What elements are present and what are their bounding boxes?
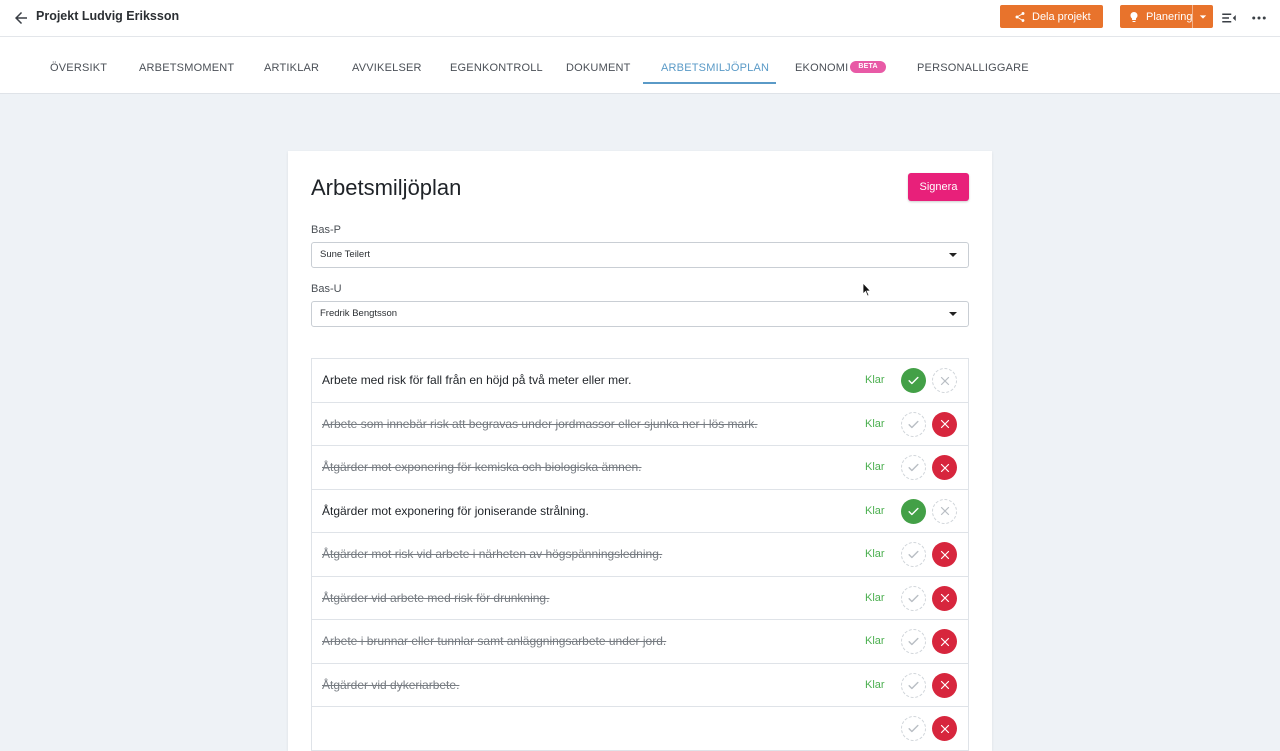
close-icon [939, 462, 951, 474]
risk-item-text: Arbete i brunnar eller tunnlar samt anlä… [322, 634, 667, 648]
active-tab-indicator [643, 82, 776, 84]
check-icon [907, 548, 920, 561]
tab-ekonomi[interactable]: EKONOMI BETA [795, 37, 886, 85]
risk-item-text: Arbete som innebär risk att begravas und… [322, 416, 758, 431]
page-title: Arbetsmiljöplan [311, 175, 462, 200]
check-icon [907, 505, 920, 518]
check-button[interactable] [901, 585, 926, 611]
list-item [312, 707, 968, 751]
risk-item-text: Åtgärder mot risk vid arbete i närheten … [322, 547, 663, 561]
close-icon [939, 505, 951, 517]
list-item: Åtgärder mot exponering för kemiska och … [312, 446, 968, 490]
status-label: Klar [865, 374, 885, 386]
tab-personalliggare[interactable]: PERSONALLIGGARE [917, 37, 1029, 85]
caret-down-icon [949, 312, 957, 316]
reject-button[interactable] [932, 629, 957, 654]
tab-arbetsmiljoplan[interactable]: ARBETSMILJÖPLAN [661, 37, 769, 85]
status-label: Klar [865, 504, 885, 517]
check-button[interactable] [901, 629, 926, 654]
status-label: Klar [865, 591, 885, 604]
tab-artiklar[interactable]: ARTIKLAR [264, 37, 319, 85]
planning-dropdown-toggle[interactable] [1192, 5, 1213, 28]
list-item: Åtgärder mot exponering för joniserande … [312, 490, 968, 533]
list-item: Åtgärder vid dykeriarbete. Klar [312, 664, 968, 707]
risk-item-text: Åtgärder mot exponering för kemiska och … [322, 460, 642, 474]
share-project-label: Dela projekt [1032, 10, 1091, 23]
close-icon [939, 549, 951, 561]
risk-item-text: Åtgärder mot exponering för joniserande … [322, 503, 589, 518]
close-icon [939, 418, 951, 430]
reject-button[interactable] [932, 368, 957, 393]
caret-down-icon [1199, 14, 1207, 19]
tab-dokument[interactable]: DOKUMENT [566, 37, 631, 85]
beta-badge: BETA [850, 61, 886, 74]
planning-button[interactable]: Planering [1120, 5, 1213, 28]
check-icon [907, 592, 920, 605]
share-icon [1015, 11, 1025, 22]
status-label: Klar [865, 548, 885, 560]
list-item: Åtgärder vid arbete med risk för drunkni… [312, 577, 968, 620]
tab-arbetsmoment[interactable]: ARBETSMOMENT [139, 37, 234, 85]
tab-ekonomi-label: EKONOMI [795, 62, 849, 74]
close-icon [939, 375, 951, 387]
list-collapse-icon[interactable] [1220, 9, 1238, 27]
reject-button[interactable] [932, 455, 957, 480]
basu-value: Fredrik Bengtsson [320, 308, 398, 319]
close-icon [939, 723, 951, 735]
list-item: Arbete med risk för fall från en höjd på… [312, 359, 968, 403]
status-label: Klar [865, 461, 885, 473]
reject-button[interactable] [932, 542, 957, 567]
check-icon [907, 679, 920, 692]
reject-button[interactable] [932, 498, 957, 524]
top-bar: Projekt Ludvig Eriksson Dela projekt Pla… [0, 0, 1280, 37]
status-label: Klar [865, 417, 885, 430]
check-button[interactable] [901, 672, 926, 698]
check-icon [907, 635, 920, 648]
tab-avvikelser[interactable]: AVVIKELSER [352, 37, 422, 85]
basp-select[interactable]: Sune Teilert [311, 242, 969, 268]
close-icon [939, 636, 951, 648]
check-button[interactable] [901, 542, 926, 567]
planning-label: Planering [1146, 10, 1193, 23]
sign-button[interactable]: Signera [908, 173, 969, 201]
reject-button[interactable] [932, 585, 957, 611]
check-button[interactable] [901, 368, 926, 393]
share-project-button[interactable]: Dela projekt [1000, 5, 1103, 28]
reject-button[interactable] [932, 672, 957, 698]
risk-list: Arbete med risk för fall från en höjd på… [311, 358, 969, 751]
mouse-cursor-icon [862, 282, 872, 297]
check-button[interactable] [901, 498, 926, 524]
work-environment-plan-card: Arbetsmiljöplan Signera Bas-P Sune Teile… [288, 151, 992, 751]
list-item: Arbete i brunnar eller tunnlar samt anlä… [312, 620, 968, 664]
tab-egenkontroll[interactable]: EGENKONTROLL [450, 37, 543, 85]
list-item: Åtgärder mot risk vid arbete i närheten … [312, 533, 968, 577]
check-icon [907, 418, 920, 431]
basu-select[interactable]: Fredrik Bengtsson [311, 301, 969, 327]
project-tabs: ÖVERSIKT ARBETSMOMENT ARTIKLAR AVVIKELSE… [0, 37, 1280, 94]
basu-label: Bas-U [311, 283, 342, 295]
risk-item-text: Åtgärder vid arbete med risk för drunkni… [322, 590, 550, 605]
check-button[interactable] [901, 411, 926, 437]
arrow-left-icon[interactable] [12, 9, 30, 27]
project-title: Projekt Ludvig Eriksson [36, 9, 180, 23]
check-icon [907, 461, 920, 474]
lightbulb-icon [1130, 11, 1138, 22]
risk-item-text: Arbete med risk för fall från en höjd på… [322, 373, 632, 387]
status-label: Klar [865, 635, 885, 647]
tab-oversikt[interactable]: ÖVERSIKT [50, 37, 107, 85]
more-horizontal-icon[interactable] [1250, 9, 1268, 27]
caret-down-icon [949, 253, 957, 257]
basp-value: Sune Teilert [320, 249, 370, 260]
close-icon [939, 679, 951, 691]
check-button[interactable] [901, 455, 926, 480]
check-icon [907, 374, 920, 387]
reject-button[interactable] [932, 411, 957, 437]
list-item: Arbete som innebär risk att begravas und… [312, 403, 968, 446]
basp-label: Bas-P [311, 224, 341, 236]
risk-item-text: Åtgärder vid dykeriarbete. [322, 677, 460, 692]
check-icon [907, 722, 920, 735]
status-label: Klar [865, 678, 885, 691]
close-icon [939, 592, 951, 604]
